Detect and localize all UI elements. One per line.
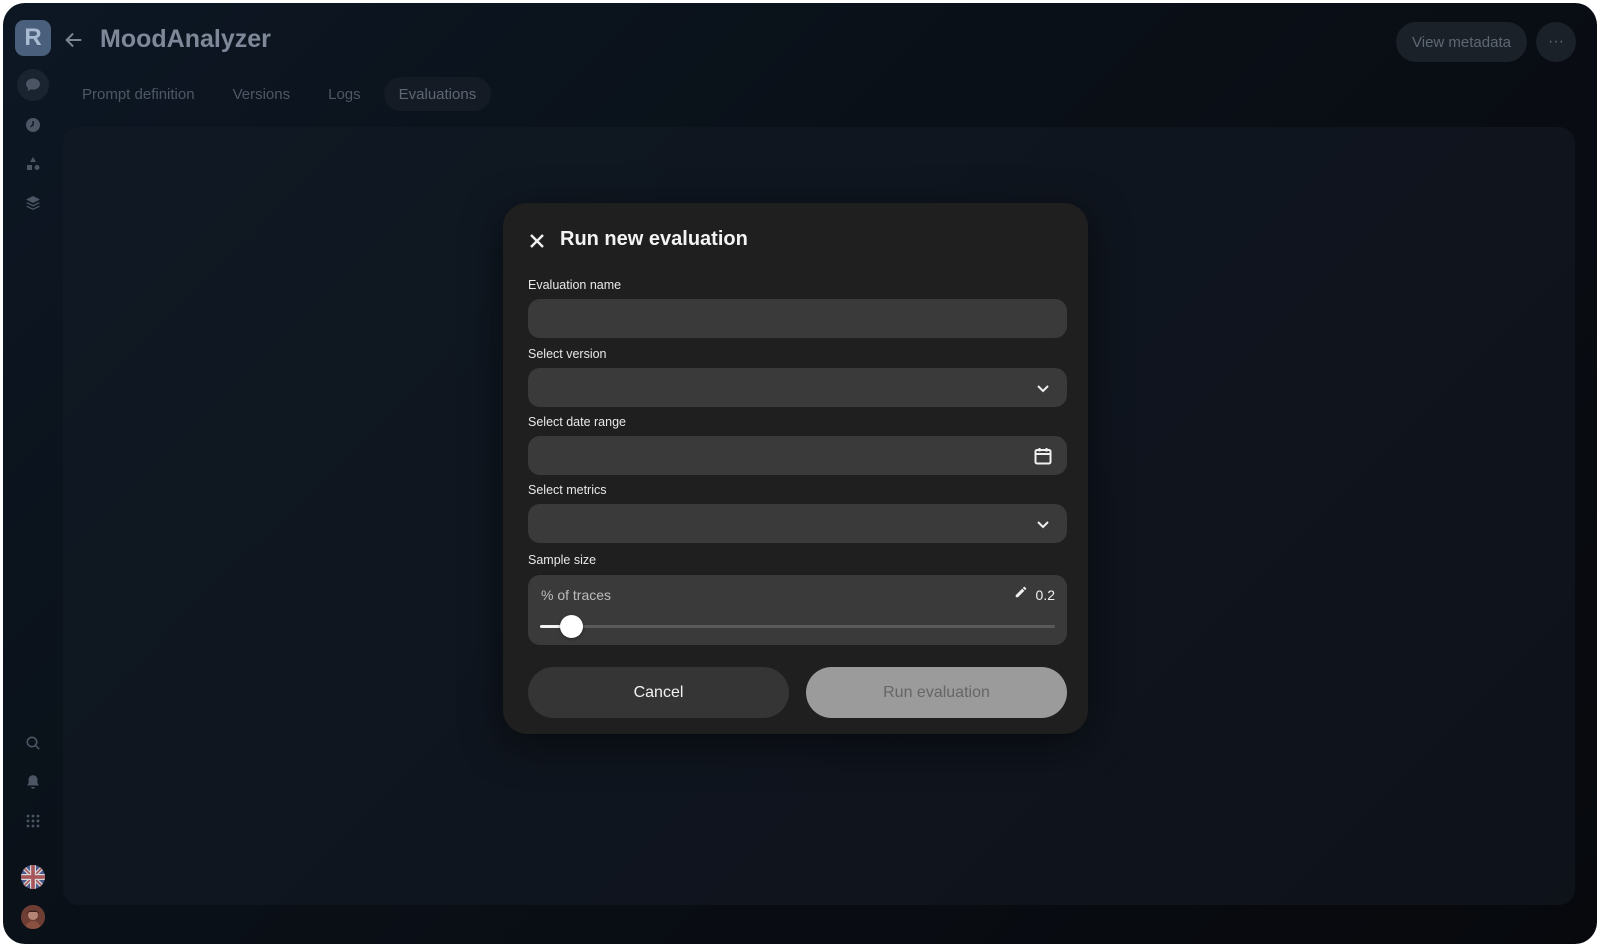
chevron-down-icon [1033, 378, 1053, 398]
sample-size-control: % of traces 0.2 [528, 575, 1067, 645]
tab-prompt-definition[interactable]: Prompt definition [67, 77, 210, 111]
run-evaluation-modal: Run new evaluation Evaluation name Selec… [503, 203, 1088, 734]
sample-value-editor[interactable]: 0.2 [1014, 585, 1055, 604]
select-metrics-label: Select metrics [528, 483, 607, 497]
tab-versions[interactable]: Versions [218, 77, 306, 111]
tab-bar: Prompt definition Versions Logs Evaluati… [67, 77, 492, 111]
view-metadata-button[interactable]: View metadata [1396, 22, 1527, 62]
search-icon[interactable] [17, 727, 49, 759]
evaluation-name-input[interactable] [528, 299, 1067, 338]
sample-size-label: Sample size [528, 553, 597, 567]
tab-evaluations[interactable]: Evaluations [383, 77, 492, 111]
tab-logs[interactable]: Logs [313, 77, 376, 111]
pencil-icon[interactable] [1014, 585, 1028, 604]
uk-flag-icon[interactable] [21, 865, 45, 889]
cancel-button[interactable]: Cancel [528, 667, 789, 718]
sample-slider-track[interactable] [540, 615, 1055, 638]
app-window: R MoodAnalyzer View metadata ··· Prompt … [3, 3, 1597, 944]
page-title: MoodAnalyzer [100, 25, 271, 53]
select-version-dropdown[interactable] [528, 368, 1067, 407]
select-metrics-dropdown[interactable] [528, 504, 1067, 543]
layers-icon[interactable] [17, 187, 49, 219]
back-arrow-icon[interactable] [63, 29, 87, 53]
evaluation-name-label: Evaluation name [528, 278, 622, 292]
close-icon[interactable] [527, 231, 547, 251]
app-logo[interactable]: R [15, 20, 51, 56]
apps-grid-icon[interactable] [17, 805, 49, 837]
icon-rail: R [3, 3, 65, 944]
chat-icon[interactable] [17, 69, 49, 101]
sample-value: 0.2 [1035, 586, 1055, 603]
date-range-label: Select date range [528, 415, 626, 429]
modal-title: Run new evaluation [560, 228, 748, 250]
avatar[interactable] [21, 905, 45, 929]
run-evaluation-button[interactable]: Run evaluation [806, 667, 1067, 718]
chevron-down-icon [1033, 514, 1053, 534]
sample-unit-label: % of traces [541, 587, 612, 603]
calendar-icon[interactable] [1033, 446, 1053, 466]
shapes-icon[interactable] [17, 148, 49, 180]
select-version-label: Select version [528, 347, 607, 361]
bell-icon[interactable] [17, 766, 49, 798]
sample-slider-thumb[interactable] [559, 615, 583, 638]
clock-icon[interactable] [17, 109, 49, 141]
more-options-button[interactable]: ··· [1536, 22, 1576, 62]
date-range-input[interactable] [528, 436, 1067, 475]
